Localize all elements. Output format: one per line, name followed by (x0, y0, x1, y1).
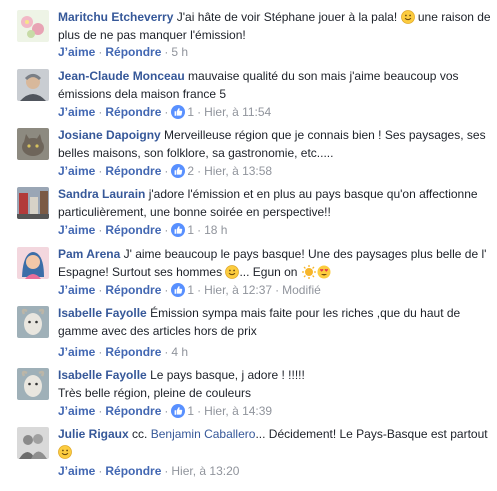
woman-avatar[interactable] (17, 247, 49, 279)
reply-button[interactable]: Répondre (105, 283, 161, 297)
like-icon (171, 105, 186, 119)
like-button[interactable]: J’aime (58, 404, 95, 418)
comment-author[interactable]: Maritchu Etcheverry (58, 10, 173, 24)
comment-time[interactable]: Hier, à 14:39 (204, 404, 272, 418)
cat-avatar[interactable] (17, 128, 49, 160)
reply-button[interactable]: Répondre (105, 464, 161, 478)
street-avatar[interactable] (17, 187, 49, 219)
heart-eyes-icon (317, 265, 331, 279)
comment-author[interactable]: Julie Rigaux (58, 427, 129, 441)
reply-button[interactable]: Répondre (105, 45, 161, 59)
comment-time[interactable]: 5 h (171, 45, 188, 59)
reply-button[interactable]: Répondre (105, 164, 161, 178)
comment-time[interactable]: Hier, à 12:37 (204, 283, 272, 297)
smile-icon (58, 445, 72, 459)
comment-text-cont: ... Décidement! Le Pays-Basque est parto… (255, 427, 488, 441)
edited-label[interactable]: Modifié (282, 283, 321, 297)
comment-time[interactable]: Hier, à 13:58 (204, 164, 272, 178)
comment-author[interactable]: Isabelle Fayolle (58, 306, 147, 320)
like-button[interactable]: J’aime (58, 283, 95, 297)
comment-text: J'ai hâte de voir Stéphane jouer à la pa… (176, 10, 398, 24)
like-button[interactable]: J’aime (58, 464, 95, 478)
comment-author[interactable]: Sandra Laurain (58, 187, 145, 201)
like-button[interactable]: J’aime (58, 45, 95, 59)
people-avatar[interactable] (17, 427, 49, 459)
like-icon (171, 404, 186, 418)
comment-author[interactable]: Isabelle Fayolle (58, 368, 147, 382)
comment-time[interactable]: 4 h (171, 345, 188, 359)
comment-text: Le pays basque, j adore ! !!!!! (150, 368, 305, 382)
reply-button[interactable]: Répondre (105, 105, 161, 119)
like-button[interactable]: J’aime (58, 164, 95, 178)
comment-time[interactable]: Hier, à 11:54 (204, 105, 271, 119)
man-avatar[interactable] (17, 69, 49, 101)
like-button[interactable]: J’aime (58, 345, 95, 359)
goat-avatar[interactable] (17, 306, 49, 338)
like-button[interactable]: J’aime (58, 105, 95, 119)
like-icon (171, 283, 186, 297)
reply-button[interactable]: Répondre (105, 404, 161, 418)
smile-icon (400, 10, 415, 24)
comment-author[interactable]: Josiane Dapoigny (58, 128, 161, 142)
comment-author[interactable]: Pam Arena (58, 247, 120, 261)
sun-icon (301, 265, 316, 279)
like-button[interactable]: J’aime (58, 223, 95, 237)
comment-time[interactable]: Hier, à 13:20 (171, 464, 239, 478)
smile-icon (225, 265, 240, 279)
like-icon (171, 223, 186, 237)
comment-text-line2: Très belle région, pleine de couleurs (58, 386, 252, 400)
reply-button[interactable]: Répondre (105, 345, 161, 359)
reply-button[interactable]: Répondre (105, 223, 161, 237)
like-icon (171, 164, 186, 178)
mention-link[interactable]: Benjamin Caballero (151, 427, 256, 441)
comment-author[interactable]: Jean-Claude Monceau (58, 69, 185, 83)
comment-text-cont: ... Egun on (239, 265, 298, 279)
comment-time[interactable]: 18 h (204, 223, 227, 237)
goat-avatar[interactable] (17, 368, 49, 400)
flowers-avatar[interactable] (17, 10, 49, 42)
comment-text: cc. (132, 427, 148, 441)
